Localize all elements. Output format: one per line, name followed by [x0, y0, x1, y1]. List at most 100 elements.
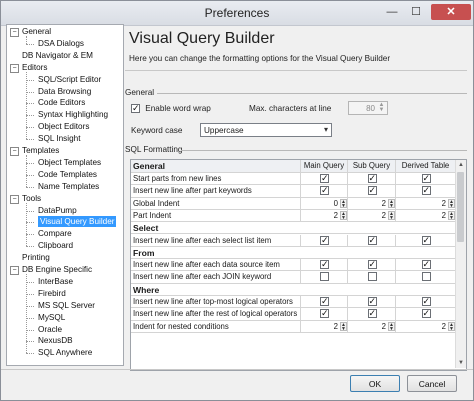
option-cell[interactable]	[396, 296, 456, 309]
option-cell[interactable]: 2 ▲ ▼	[301, 320, 348, 333]
option-cell[interactable]	[348, 259, 396, 272]
collapse-icon[interactable]: −	[10, 266, 19, 275]
collapse-icon[interactable]: −	[10, 194, 19, 204]
tree-item[interactable]: SQL Anywhere	[38, 347, 92, 358]
option-cell[interactable]	[348, 308, 396, 321]
option-checkbox[interactable]	[320, 296, 329, 306]
option-checkbox[interactable]	[320, 272, 329, 282]
option-cell[interactable]	[301, 185, 348, 198]
tree-item[interactable]: DSA Dialogs	[38, 38, 84, 49]
option-checkbox[interactable]	[320, 235, 329, 245]
option-cell[interactable]	[396, 173, 456, 186]
option-cell[interactable]: 2 ▲ ▼	[396, 197, 456, 210]
minimize-icon[interactable]: —	[381, 4, 403, 20]
option-cell[interactable]	[348, 271, 396, 284]
collapse-icon[interactable]: −	[10, 28, 19, 37]
maximize-icon[interactable]: ☐	[405, 4, 427, 20]
option-checkbox[interactable]	[367, 259, 377, 270]
option-checkbox[interactable]	[421, 296, 431, 306]
close-icon[interactable]: ✕	[431, 4, 471, 20]
option-cell[interactable]	[396, 308, 456, 321]
option-checkbox[interactable]	[421, 173, 431, 183]
title-bar[interactable]: Preferences — ☐ ✕	[1, 1, 473, 26]
stepper-arrows-icon[interactable]: ▲ ▼	[388, 198, 395, 209]
stepper-arrows-icon[interactable]: ▲ ▼	[448, 210, 455, 221]
tree-item[interactable]: Data Browsing	[38, 86, 91, 97]
tree-item[interactable]: − Templates	[10, 145, 59, 156]
tree-item[interactable]: DataPump	[38, 205, 77, 216]
option-cell[interactable]: 2 ▲ ▼	[301, 209, 348, 223]
option-checkbox[interactable]	[367, 173, 377, 183]
tree-item[interactable]: NexusDB	[38, 335, 73, 346]
option-cell[interactable]: 2 ▲ ▼	[348, 197, 396, 210]
tree-item[interactable]: − Editors	[10, 62, 47, 73]
tree-item[interactable]: InterBase	[38, 276, 73, 287]
option-checkbox[interactable]	[320, 259, 329, 270]
tree-item[interactable]: MS SQL Server	[38, 300, 95, 311]
column-header[interactable]: Sub Query	[348, 160, 396, 173]
option-cell[interactable]: 2 ▲ ▼	[396, 209, 456, 223]
stepper-arrows-icon[interactable]: ▲ ▼	[388, 210, 395, 221]
sql-formatting-grid[interactable]: General Main Query Sub Query Derived Table S…	[130, 159, 467, 371]
ok-button[interactable]: OK	[350, 375, 400, 392]
collapse-icon[interactable]: −	[10, 63, 19, 73]
tree-item[interactable]: Syntax Highlighting	[38, 109, 108, 120]
option-cell[interactable]	[348, 185, 396, 198]
tree-item[interactable]: DB Navigator & EM	[10, 50, 93, 61]
tree-item[interactable]: Object Templates	[38, 157, 101, 168]
stepper-arrows-icon[interactable]: ▲ ▼	[388, 321, 395, 332]
option-cell[interactable]	[396, 234, 456, 247]
tree-item[interactable]: Compare	[38, 228, 72, 239]
tree-item[interactable]: SQL/Script Editor	[38, 74, 101, 85]
option-checkbox[interactable]	[421, 308, 431, 319]
stepper-arrows-icon[interactable]: ▲ ▼	[340, 210, 347, 221]
tree-item[interactable]: Visual Query Builder	[38, 216, 117, 228]
tree-item[interactable]: − General	[10, 26, 51, 37]
tree-item[interactable]: Object Editors	[38, 121, 89, 132]
keyword-case-select[interactable]: Uppercase ▾	[200, 123, 332, 137]
column-header[interactable]: Main Query	[301, 160, 348, 173]
vertical-scrollbar[interactable]: ▲ ▼	[455, 160, 466, 368]
option-cell[interactable]: 2 ▲ ▼	[396, 320, 456, 333]
stepper-arrows-icon[interactable]: ▲ ▼	[340, 198, 347, 209]
option-cell[interactable]	[396, 271, 456, 284]
option-cell[interactable]: 0 ▲ ▼	[301, 197, 348, 210]
tree-item[interactable]: MySQL	[38, 312, 65, 323]
tree-item[interactable]: Clipboard	[38, 240, 73, 251]
scroll-down-icon[interactable]: ▼	[456, 358, 466, 368]
option-cell[interactable]	[301, 308, 348, 321]
option-checkbox[interactable]	[421, 272, 431, 282]
option-cell[interactable]	[348, 234, 396, 247]
option-cell[interactable]	[396, 185, 456, 198]
option-checkbox[interactable]	[421, 259, 431, 270]
cancel-button[interactable]: Cancel	[407, 375, 457, 392]
option-cell[interactable]	[348, 296, 396, 309]
option-cell[interactable]	[301, 271, 348, 284]
stepper-arrows-icon[interactable]: ▲ ▼	[448, 321, 455, 332]
option-checkbox[interactable]	[367, 296, 377, 306]
tree-item[interactable]: Oracle	[38, 324, 62, 335]
column-header[interactable]: Derived Table	[396, 160, 456, 173]
tree-item[interactable]: Printing	[10, 252, 50, 263]
option-checkbox[interactable]	[320, 308, 329, 319]
tree-item[interactable]: Firebird	[38, 288, 66, 299]
option-cell[interactable]	[348, 173, 396, 186]
word-wrap-option[interactable]: Enable word wrap	[131, 103, 211, 113]
option-checkbox[interactable]	[320, 185, 329, 196]
option-checkbox[interactable]	[367, 235, 377, 245]
collapse-icon[interactable]: −	[10, 147, 19, 156]
option-checkbox[interactable]	[367, 272, 377, 282]
option-cell[interactable]: 2 ▲ ▼	[348, 320, 396, 333]
stepper-arrows-icon[interactable]: ▲ ▼	[377, 102, 386, 113]
option-cell[interactable]	[301, 234, 348, 247]
word-wrap-checkbox[interactable]	[131, 103, 140, 113]
option-cell[interactable]	[301, 296, 348, 309]
option-cell[interactable]	[301, 259, 348, 272]
tree-item[interactable]: − DB Engine Specific	[10, 264, 92, 275]
scroll-up-icon[interactable]: ▲	[456, 160, 466, 170]
option-checkbox[interactable]	[421, 185, 431, 196]
column-header[interactable]: General	[131, 160, 301, 173]
tree-item[interactable]: Code Editors	[38, 97, 85, 108]
settings-tree[interactable]: − General DSA Dialogs DB Navigator & EM − Edi…	[6, 24, 124, 366]
option-checkbox[interactable]	[367, 185, 377, 196]
